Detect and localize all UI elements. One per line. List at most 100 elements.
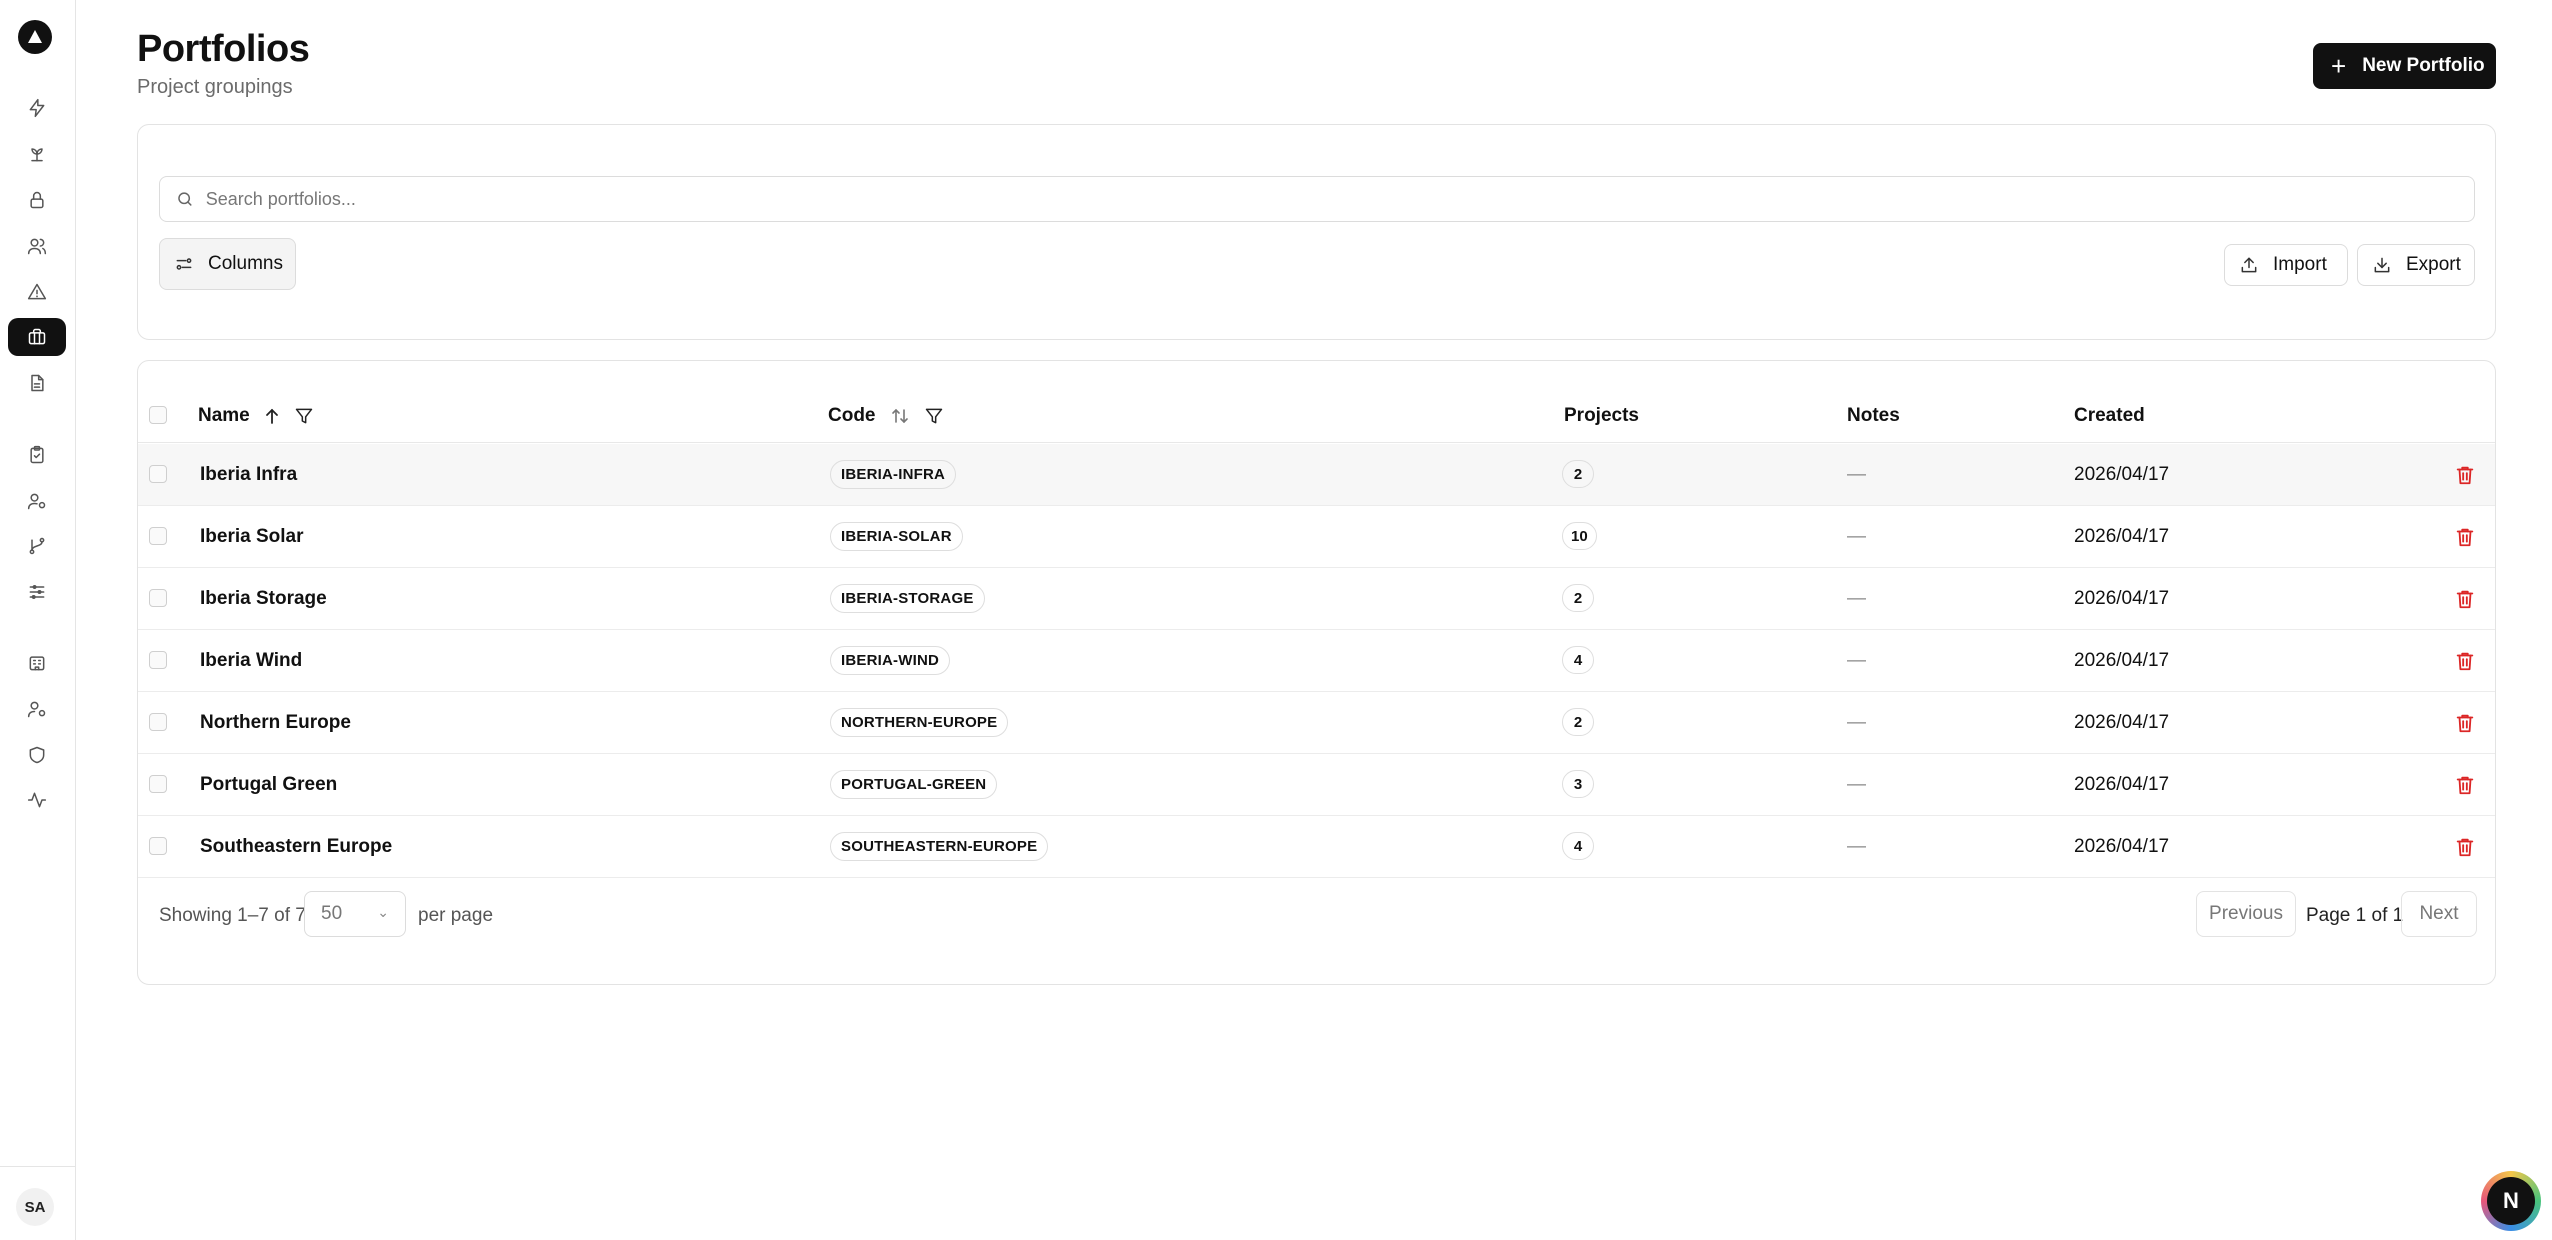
row-checkbox[interactable] <box>149 527 167 545</box>
column-header-notes[interactable]: Notes <box>1847 405 1900 427</box>
table-row[interactable]: Portugal Green PORTUGAL-GREEN 3 — 2026/04/17 <box>138 754 2495 816</box>
row-name[interactable]: Northern Europe <box>200 712 351 734</box>
row-checkbox[interactable] <box>149 775 167 793</box>
columns-settings-icon <box>176 258 192 270</box>
table-row[interactable]: Northern Europe NORTHERN-EUROPE 2 — 2026/04/… <box>138 692 2495 754</box>
avatar[interactable]: SA <box>16 1188 54 1226</box>
trash-icon[interactable] <box>2454 649 2476 673</box>
user-settings-icon <box>27 493 46 510</box>
export-button[interactable]: Export <box>2357 244 2475 286</box>
column-header-name[interactable]: Name <box>198 405 314 427</box>
briefcase-icon <box>28 328 46 345</box>
table-row[interactable]: Iberia Storage IBERIA-STORAGE 2 — 2026/04/17 <box>138 568 2495 630</box>
column-code-label: Code <box>828 405 876 426</box>
next-page-button[interactable]: Next <box>2401 891 2477 937</box>
table-header: Name Code Projects Notes Created <box>138 387 2495 443</box>
column-header-projects[interactable]: Projects <box>1564 405 1639 427</box>
sliders-icon <box>29 585 45 599</box>
assistant-label: N <box>2487 1177 2535 1225</box>
import-label: Import <box>2273 254 2327 275</box>
sidebar-item-security[interactable] <box>8 736 66 774</box>
search-icon <box>178 192 192 206</box>
sidebar-item-alerts[interactable] <box>8 273 66 311</box>
sidebar-item-portfolios[interactable] <box>8 318 66 356</box>
logo-icon[interactable] <box>18 20 52 54</box>
sidebar-item-user-settings[interactable] <box>8 482 66 520</box>
sidebar-item-lock[interactable] <box>8 181 66 219</box>
row-name[interactable]: Iberia Wind <box>200 650 302 672</box>
filters-card: Columns Import Export <box>137 124 2496 340</box>
columns-button[interactable]: Columns <box>159 238 296 290</box>
row-checkbox[interactable] <box>149 589 167 607</box>
row-checkbox[interactable] <box>149 837 167 855</box>
search-box[interactable] <box>159 176 2475 222</box>
sidebar-item-tasks[interactable] <box>8 436 66 474</box>
sort-ascending-icon[interactable] <box>264 407 280 425</box>
row-checkbox[interactable] <box>149 713 167 731</box>
row-notes: — <box>1847 464 1866 485</box>
page-title: Portfolios <box>137 28 310 70</box>
sidebar-item-documents[interactable] <box>8 364 66 402</box>
plant-icon <box>31 148 43 162</box>
trash-icon[interactable] <box>2454 711 2476 735</box>
row-checkbox[interactable] <box>149 465 167 483</box>
row-name[interactable]: Iberia Storage <box>200 588 327 610</box>
previous-page-button[interactable]: Previous <box>2196 891 2296 937</box>
building-icon <box>29 656 45 671</box>
sidebar-item-settings[interactable] <box>8 573 66 611</box>
row-name[interactable]: Southeastern Europe <box>200 836 392 858</box>
page-subtitle: Project groupings <box>137 76 293 98</box>
row-notes: — <box>1847 774 1866 795</box>
row-name[interactable]: Iberia Infra <box>200 464 297 486</box>
table-row[interactable]: Iberia Solar IBERIA-SOLAR 10 — 2026/04/17 <box>138 506 2495 568</box>
row-code-badge: SOUTHEASTERN-EUROPE <box>830 832 1049 861</box>
column-header-code[interactable]: Code <box>828 405 944 427</box>
sidebar-item-users[interactable] <box>8 227 66 265</box>
sidebar-item-plant[interactable] <box>8 135 66 173</box>
trash-icon[interactable] <box>2454 835 2476 859</box>
row-projects-badge: 4 <box>1562 646 1594 674</box>
sidebar-item-workflows[interactable] <box>8 527 66 565</box>
per-page-select[interactable]: 50 ⌄ <box>304 891 406 937</box>
row-code-badge: IBERIA-WIND <box>830 646 951 675</box>
filter-icon[interactable] <box>294 406 314 426</box>
row-notes: — <box>1847 836 1866 857</box>
filter-icon[interactable] <box>924 406 944 426</box>
sidebar: SA <box>0 0 76 1240</box>
sidebar-item-user-admin[interactable] <box>8 690 66 728</box>
download-icon <box>2374 257 2390 273</box>
table-row[interactable]: Iberia Wind IBERIA-WIND 4 — 2026/04/17 <box>138 630 2495 692</box>
row-code-badge: IBERIA-SOLAR <box>830 522 963 551</box>
row-name[interactable]: Portugal Green <box>200 774 337 796</box>
sort-both-icon[interactable] <box>890 407 910 425</box>
row-notes: — <box>1847 526 1866 547</box>
row-name[interactable]: Iberia Solar <box>200 526 304 548</box>
assistant-button[interactable]: N <box>2481 1171 2541 1231</box>
sidebar-item-activity[interactable] <box>8 781 66 819</box>
git-branch-icon <box>29 537 45 555</box>
trash-icon[interactable] <box>2454 525 2476 549</box>
trash-icon[interactable] <box>2454 463 2476 487</box>
trash-icon[interactable] <box>2454 587 2476 611</box>
trash-icon[interactable] <box>2454 773 2476 797</box>
new-portfolio-button[interactable]: + New Portfolio <box>2313 43 2496 89</box>
row-notes: — <box>1847 712 1866 733</box>
columns-label: Columns <box>208 253 283 274</box>
row-projects-badge: 3 <box>1562 770 1594 798</box>
sidebar-item-bolt[interactable] <box>8 89 66 127</box>
row-created: 2026/04/17 <box>2074 526 2170 547</box>
row-notes: — <box>1847 650 1866 671</box>
upload-icon <box>2241 257 2257 273</box>
table-row[interactable]: Iberia Infra IBERIA-INFRA 2 — 2026/04/17 <box>138 444 2495 506</box>
column-name-label: Name <box>198 405 250 426</box>
select-all-checkbox[interactable] <box>149 406 167 424</box>
row-checkbox[interactable] <box>149 651 167 669</box>
column-header-created[interactable]: Created <box>2074 405 2145 427</box>
table-row[interactable]: Southeastern Europe SOUTHEASTERN-EUROPE 4 —… <box>138 816 2495 878</box>
sidebar-item-organization[interactable] <box>8 644 66 682</box>
import-button[interactable]: Import <box>2224 244 2348 286</box>
row-projects-badge: 2 <box>1562 708 1594 736</box>
row-projects-badge: 2 <box>1562 460 1594 488</box>
search-input[interactable] <box>205 188 2474 210</box>
users-icon <box>27 238 47 255</box>
